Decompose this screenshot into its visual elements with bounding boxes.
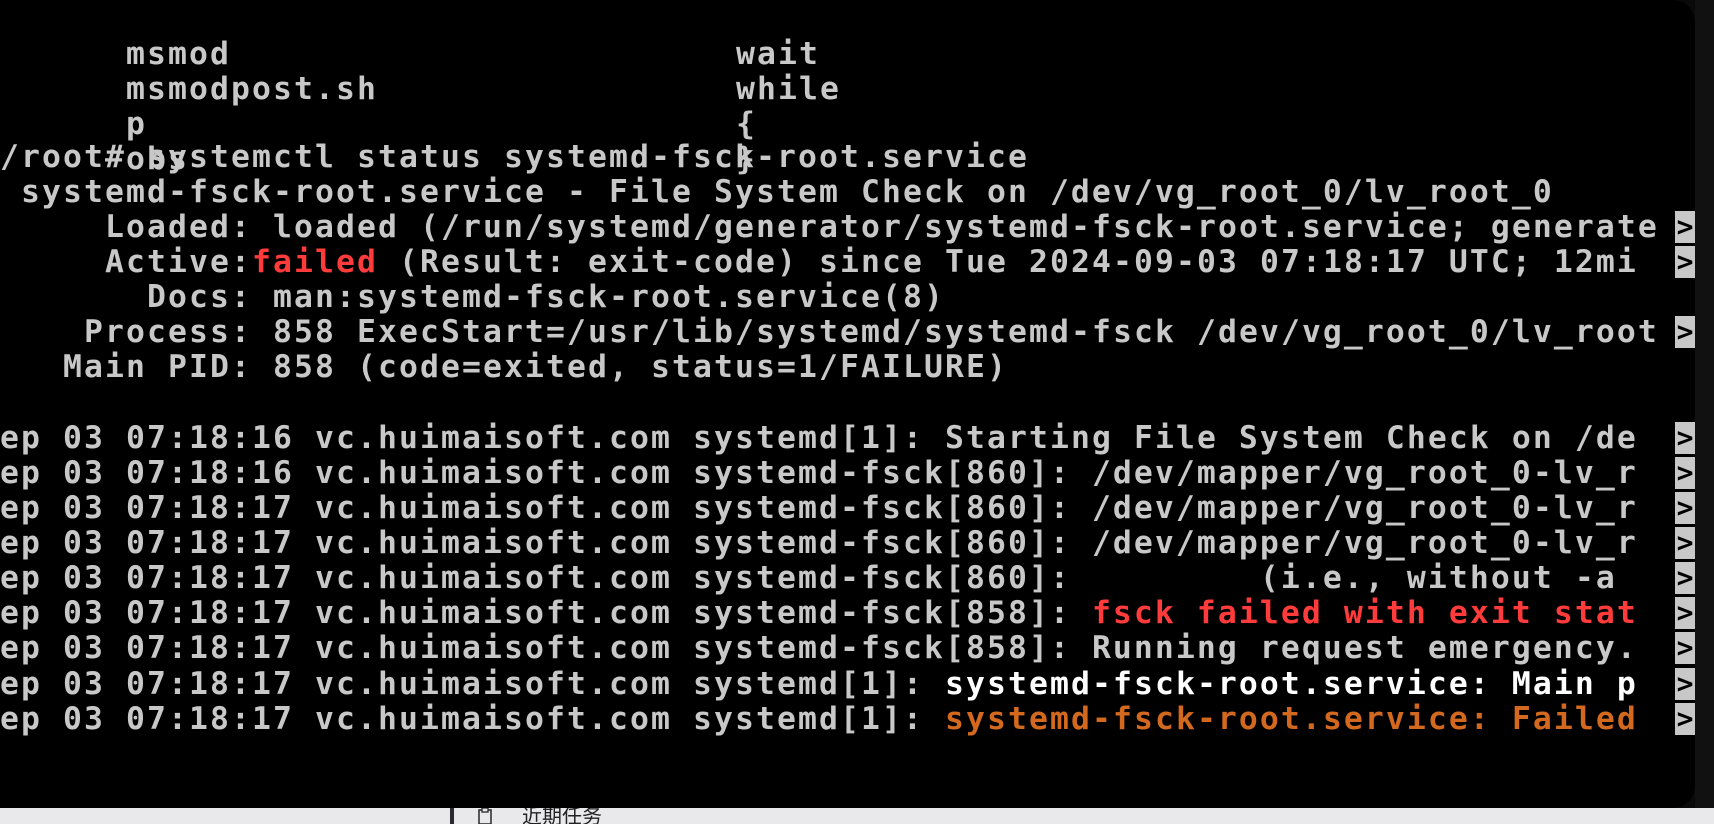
log-message: /dev/mapper/vg_root_0-lv_r (1091, 525, 1638, 561)
line-overflow-marker: > (1675, 631, 1695, 664)
line-overflow-marker: > (1675, 596, 1695, 629)
taskbar: 近期任务 (0, 808, 1714, 824)
window-edge (1695, 0, 1714, 824)
log-prefix: ep 03 07:18:17 vc.huimaisoft.com systemd… (0, 701, 945, 737)
loaded-label: Loaded: (0, 209, 252, 245)
status-docs-row: Docs: man:systemd-fsck-root.service(8) (0, 278, 945, 316)
log-prefix: ep 03 07:18:17 vc.huimaisoft.com systemd… (0, 560, 1092, 596)
loaded-value: loaded (/run/systemd/generator/systemd-f… (252, 209, 1659, 245)
active-label: Active: (0, 244, 252, 280)
mainpid-value: 858 (code=exited, status=1/FAILURE) (252, 349, 1008, 385)
listing-row: msmodpost.sh (0, 32, 378, 107)
log-message: Starting File System Check on /de (944, 420, 1638, 456)
line-overflow-marker: > (1675, 210, 1695, 243)
line-overflow-marker: > (1675, 491, 1695, 524)
line-overflow-marker: > (1675, 667, 1695, 700)
process-value: 858 ExecStart=/usr/lib/systemd/systemd-f… (252, 314, 1659, 350)
status-process-row: Process: 858 ExecStart=/usr/lib/systemd/… (0, 313, 1659, 351)
log-message: /dev/mapper/vg_root_0-lv_r (1091, 490, 1638, 526)
docs-value: man:systemd-fsck-root.service(8) (252, 279, 945, 315)
log-line: ep 03 07:18:17 vc.huimaisoft.com systemd… (0, 489, 1638, 527)
log-prefix: ep 03 07:18:17 vc.huimaisoft.com systemd… (0, 490, 1092, 526)
log-prefix: ep 03 07:18:16 vc.huimaisoft.com systemd… (0, 455, 1092, 491)
log-line: ep 03 07:18:17 vc.huimaisoft.com systemd… (0, 559, 1638, 597)
log-message: /dev/mapper/vg_root_0-lv_r (1091, 455, 1638, 491)
line-overflow-marker: > (1675, 456, 1695, 489)
taskbar-divider (450, 808, 454, 824)
screen: msmod wait msmodpost.sh while p { obs } … (0, 0, 1714, 824)
log-prefix: ep 03 07:18:17 vc.huimaisoft.com systemd… (0, 595, 1092, 631)
listing-row: wait (610, 0, 820, 72)
log-prefix: ep 03 07:18:17 vc.huimaisoft.com systemd… (0, 666, 945, 702)
log-line: ep 03 07:18:16 vc.huimaisoft.com systemd… (0, 454, 1638, 492)
listing-row: obs (0, 102, 189, 177)
log-line: ep 03 07:18:17 vc.huimaisoft.com systemd… (0, 665, 1638, 703)
log-line: ep 03 07:18:17 vc.huimaisoft.com systemd… (0, 594, 1638, 632)
command-prompt: /root# systemctl status systemd-fsck-roo… (0, 139, 1029, 175)
process-label: Process: (0, 314, 252, 350)
log-line: ep 03 07:18:17 vc.huimaisoft.com systemd… (0, 700, 1638, 738)
listing-row: msmod (0, 0, 231, 72)
log-message-error: fsck failed with exit stat (1091, 595, 1638, 631)
listing-row: p (0, 67, 147, 142)
log-prefix: ep 03 07:18:17 vc.huimaisoft.com systemd… (0, 525, 1092, 561)
line-overflow-marker: > (1675, 421, 1695, 454)
log-prefix: ep 03 07:18:16 vc.huimaisoft.com systemd… (0, 420, 945, 456)
recent-tasks-label[interactable]: 近期任务 (522, 808, 602, 824)
log-message: Running request emergency. (1091, 630, 1638, 666)
docs-label: Docs: (0, 279, 252, 315)
listing-row: } (610, 102, 757, 177)
active-rest: (Result: exit-code) since Tue 2024-09-03… (378, 244, 1638, 280)
unit-header: systemd-fsck-root.service - File System … (0, 174, 1554, 210)
line-overflow-marker: > (1675, 526, 1695, 559)
log-message-highlight: systemd-fsck-root.service: Main p (944, 666, 1638, 702)
log-line: ep 03 07:18:17 vc.huimaisoft.com systemd… (0, 629, 1638, 667)
log-line: ep 03 07:18:17 vc.huimaisoft.com systemd… (0, 524, 1638, 562)
line-overflow-marker: > (1675, 561, 1695, 594)
log-message-warning: systemd-fsck-root.service: Failed (944, 701, 1638, 737)
status-loaded-row: Loaded: loaded (/run/systemd/generator/s… (0, 208, 1659, 246)
mainpid-label: Main PID: (0, 349, 252, 385)
line-overflow-marker: > (1675, 702, 1695, 735)
listing-row: while (610, 32, 841, 107)
line-overflow-marker: > (1675, 315, 1695, 348)
log-message: (i.e., without -a (1091, 560, 1638, 596)
status-mainpid-row: Main PID: 858 (code=exited, status=1/FAI… (0, 348, 1008, 386)
log-line: ep 03 07:18:16 vc.huimaisoft.com systemd… (0, 419, 1638, 457)
line-overflow-marker: > (1675, 245, 1695, 278)
listing-row: { (610, 67, 757, 142)
active-state-failed: failed (252, 244, 378, 280)
status-active-row: Active:failed (Result: exit-code) since … (0, 243, 1638, 281)
terminal-console[interactable]: msmod wait msmodpost.sh while p { obs } … (0, 0, 1695, 808)
clipboard-icon[interactable] (476, 808, 494, 824)
log-prefix: ep 03 07:18:17 vc.huimaisoft.com systemd… (0, 630, 1092, 666)
